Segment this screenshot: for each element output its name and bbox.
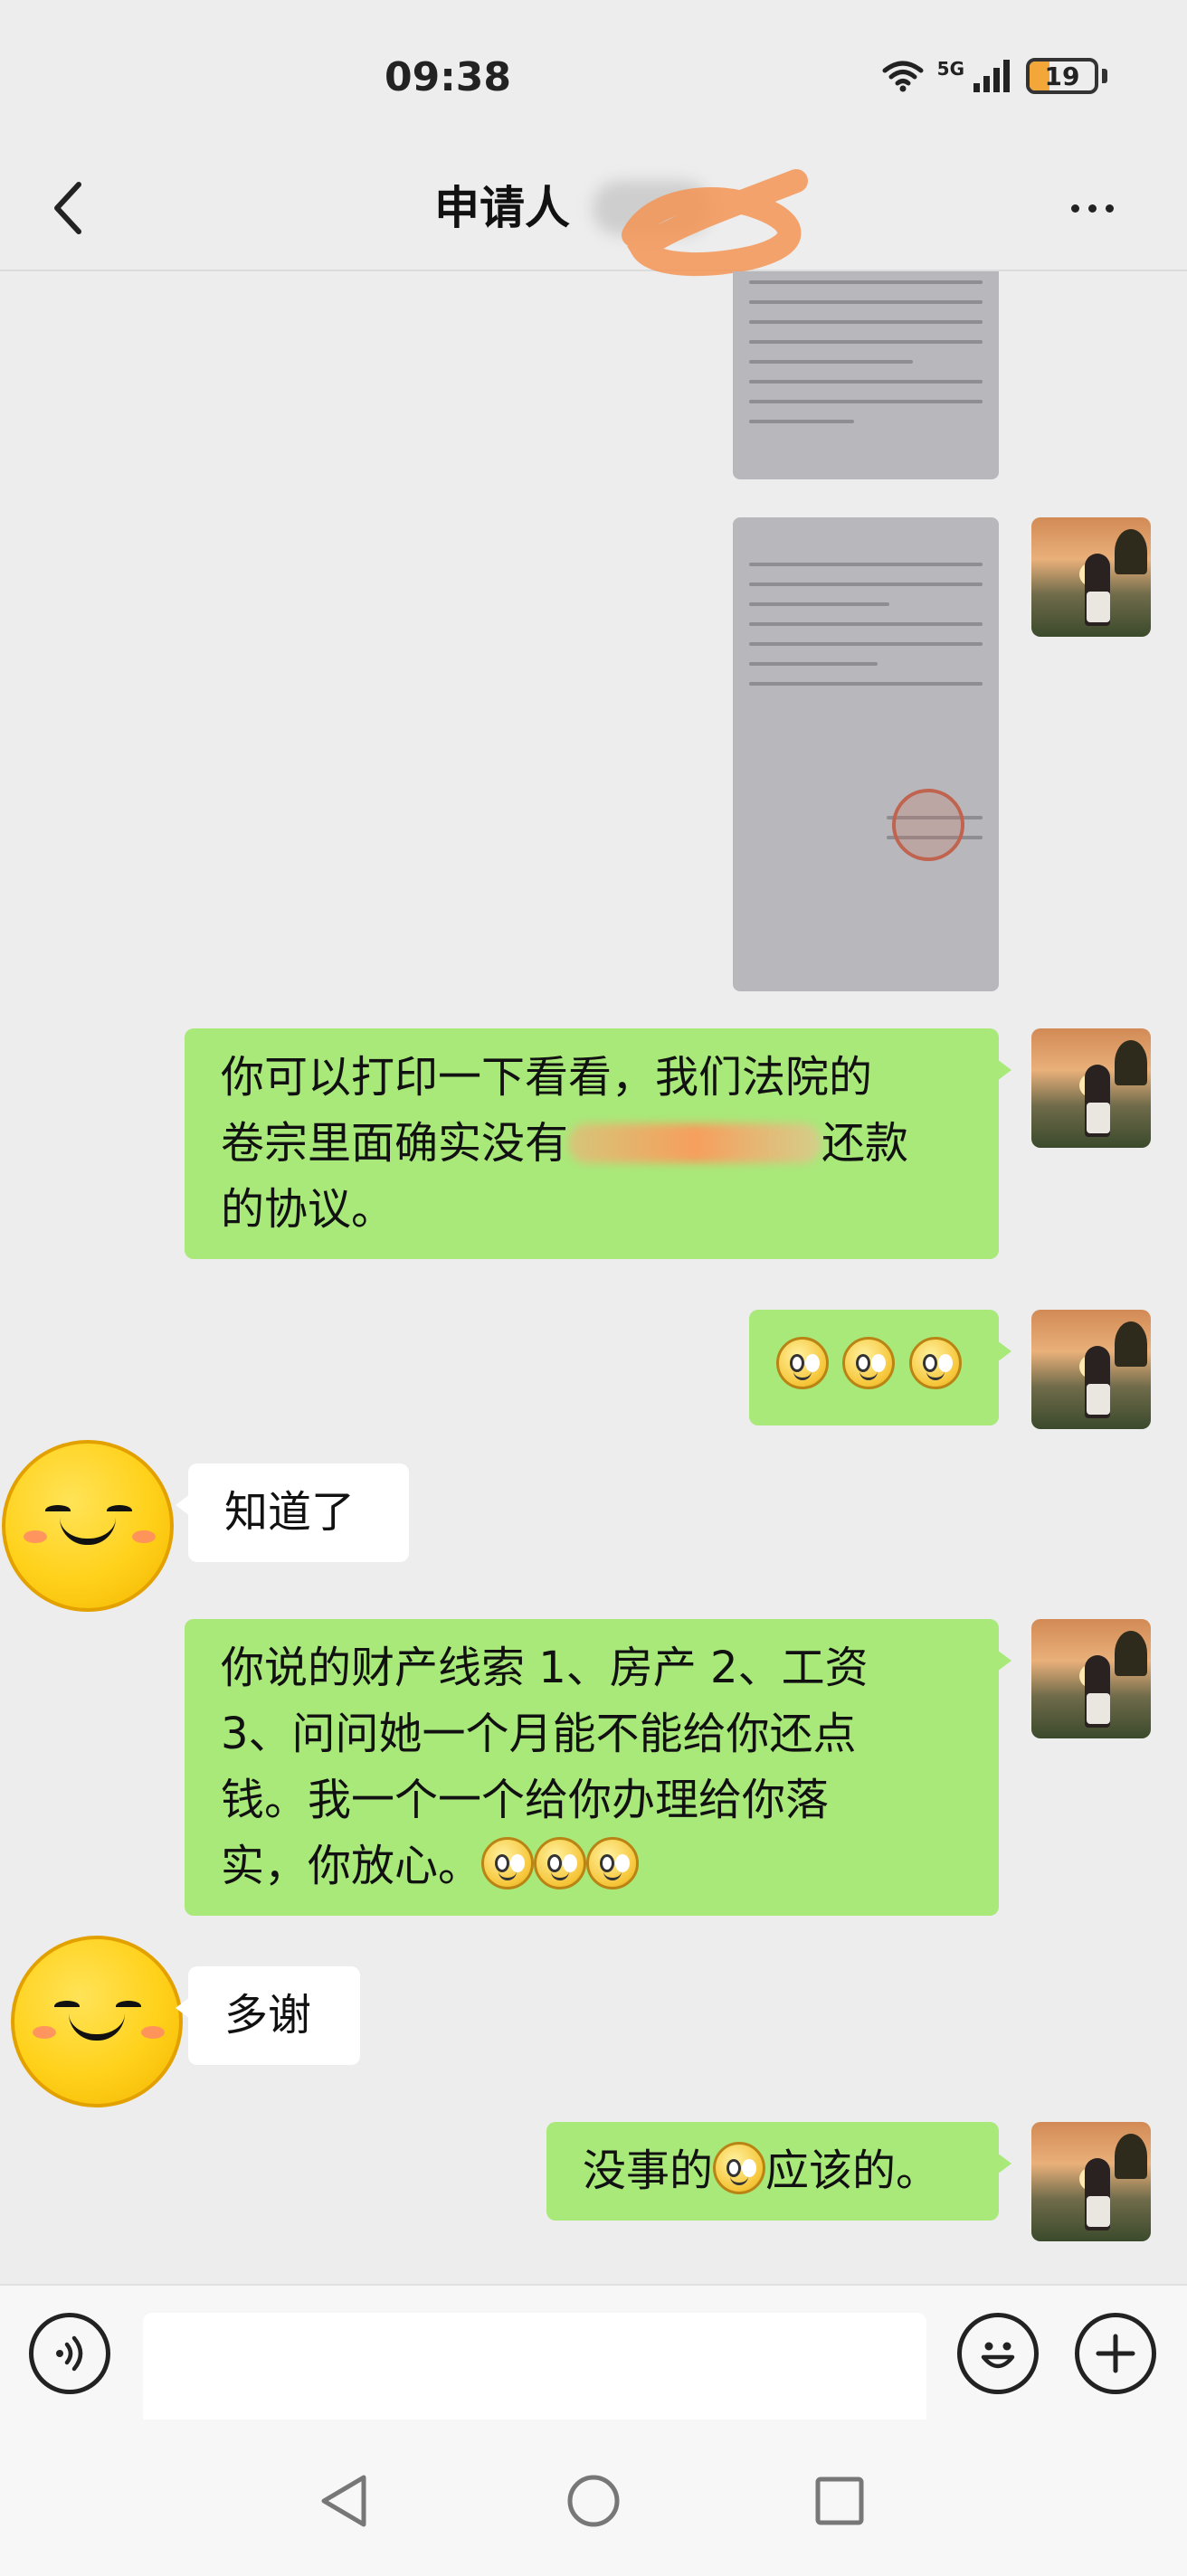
message-text: 多谢 <box>224 1990 312 2041</box>
square-recents-icon <box>815 2477 864 2525</box>
contact-avatar[interactable] <box>11 1936 183 2107</box>
redaction-scribble <box>622 169 808 276</box>
message-text: 钱。我一个一个给你办理给你落 <box>221 1775 830 1825</box>
smile-emoji-icon <box>586 1837 640 1889</box>
status-icons: 5G 19 <box>881 58 1107 94</box>
chat-title[interactable]: 申请人 <box>434 172 570 244</box>
doc-line <box>749 682 983 686</box>
more-dot <box>1105 204 1114 213</box>
battery-level: 19 <box>1044 61 1080 91</box>
doc-line <box>749 320 983 324</box>
message-list[interactable]: 你可以打印一下看看，我们法院的 卷宗里面确实没有 还款 的协议。 知道了 你说的… <box>0 271 1187 2284</box>
doc-line <box>749 400 983 403</box>
smile-emoji-icon <box>842 1337 896 1389</box>
back-button[interactable] <box>36 172 100 244</box>
avatar[interactable] <box>1031 2122 1151 2241</box>
message-text: 你说的财产线索 1、房产 2、工资 <box>221 1643 869 1693</box>
status-time: 09:38 <box>384 54 512 100</box>
avatar-photo <box>1031 1619 1151 1738</box>
smile-emoji-icon <box>481 1837 535 1889</box>
message-text: 知道了 <box>224 1487 356 1538</box>
doc-line <box>749 300 983 304</box>
contact-avatar[interactable] <box>2 1440 174 1612</box>
message-text: 卷宗里面确实没有 还款 <box>221 1118 909 1169</box>
more-button[interactable] <box>1051 172 1133 244</box>
message-bubble[interactable]: 你说的财产线索 1、房产 2、工资 3、问问她一个月能不能给你还点 钱。我一个一… <box>185 1619 1011 1916</box>
battery-tip <box>1102 69 1107 83</box>
avatar-photo <box>1031 1310 1151 1429</box>
doc-line <box>749 280 983 284</box>
system-nav-bar <box>0 2420 1187 2576</box>
emoji-icon <box>981 2342 1015 2369</box>
smile-emoji-icon <box>534 1837 587 1889</box>
doc-line <box>749 642 983 646</box>
voice-icon <box>56 2335 83 2372</box>
system-recents-button[interactable] <box>803 2465 876 2537</box>
doc-line <box>749 563 983 566</box>
message-text: 3、问问她一个月能不能给你还点 <box>221 1709 857 1759</box>
doc-line <box>749 360 913 364</box>
smile-emoji-icon <box>776 1337 829 1389</box>
smile-emoji-icon <box>713 2142 766 2194</box>
wifi-icon <box>881 60 925 92</box>
avatar-photo <box>1031 2122 1151 2241</box>
redacted-text <box>568 1123 822 1163</box>
message-bubble[interactable]: 没事的 应该的。 <box>546 2122 1011 2221</box>
message-text: 你可以打印一下看看，我们法院的 <box>221 1052 873 1103</box>
message-text: 实，你放心。 <box>221 1833 963 1899</box>
doc-line <box>749 582 983 586</box>
avatar[interactable] <box>1031 1310 1151 1429</box>
doc-line <box>749 340 983 344</box>
doc-line <box>749 380 983 384</box>
signal-icon <box>972 58 1013 94</box>
message-bubble[interactable] <box>749 1310 1011 1425</box>
message-bubble[interactable]: 你可以打印一下看看，我们法院的 卷宗里面确实没有 还款 的协议。 <box>185 1028 1011 1259</box>
voice-button[interactable] <box>29 2313 110 2394</box>
message-bubble[interactable]: 多谢 <box>176 1966 360 2065</box>
triangle-back-icon <box>321 2475 366 2527</box>
doc-line <box>749 602 889 606</box>
input-bar <box>0 2284 1187 2429</box>
plus-button[interactable] <box>1075 2313 1156 2394</box>
document-photo[interactable] <box>733 271 999 479</box>
avatar[interactable] <box>1031 1028 1151 1148</box>
message-text: 的协议。 <box>221 1184 395 1235</box>
plus-icon <box>1096 2334 1135 2373</box>
doc-line <box>749 662 878 666</box>
avatar[interactable] <box>1031 1619 1151 1738</box>
document-photo[interactable] <box>733 517 999 991</box>
battery-icon: 19 <box>1026 58 1098 94</box>
message-bubble[interactable]: 知道了 <box>176 1463 409 1562</box>
more-dot <box>1087 204 1097 213</box>
doc-line <box>749 622 983 626</box>
chat-header: 申请人 <box>0 145 1187 276</box>
emoji-button[interactable] <box>957 2313 1039 2394</box>
court-seal <box>892 789 964 861</box>
avatar-photo <box>1031 1028 1151 1148</box>
circle-home-icon <box>567 2475 620 2527</box>
message-text: 没事的 应该的。 <box>583 2138 963 2204</box>
more-dots-icon <box>1070 204 1079 213</box>
message-input[interactable] <box>143 2313 926 2429</box>
system-back-button[interactable] <box>308 2465 380 2537</box>
system-home-button[interactable] <box>557 2465 630 2537</box>
avatar[interactable] <box>1031 517 1151 637</box>
smile-emoji-icon <box>908 1337 962 1389</box>
chat-screen: 09:38 5G 19 申请人 你可以打印一下看看，我们法院的 卷宗里面确实没有… <box>0 0 1187 2576</box>
status-bar: 09:38 5G 19 <box>0 0 1187 154</box>
avatar-photo <box>1031 517 1151 637</box>
doc-line <box>749 420 855 423</box>
chevron-left-icon <box>54 182 81 234</box>
network-label: 5G <box>936 58 964 80</box>
